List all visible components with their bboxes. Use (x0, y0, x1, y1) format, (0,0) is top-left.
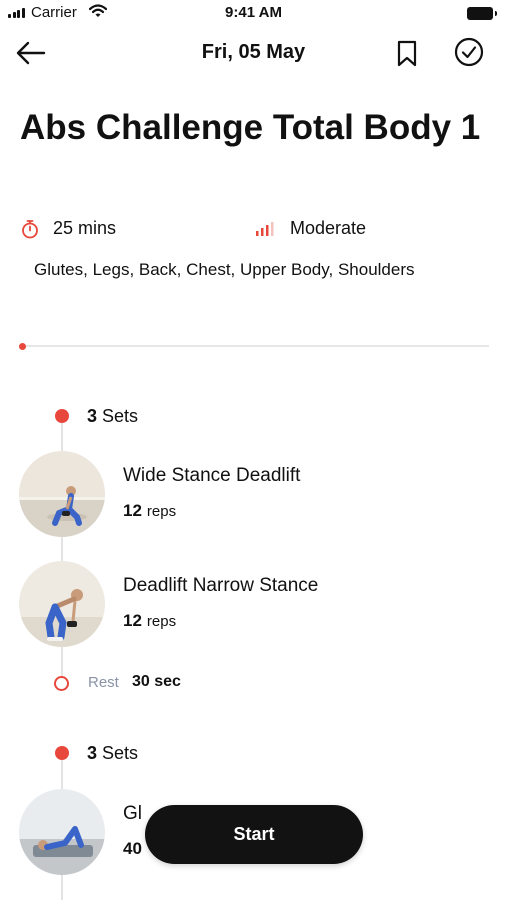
reps-unit: reps (146, 503, 177, 520)
duration-item: 25 mins (21, 218, 116, 239)
battery-icon (467, 7, 497, 20)
difficulty-label: Moderate (290, 218, 367, 238)
nav-date-title: Fri, 05 May (201, 41, 306, 63)
progress-indicator (19, 343, 26, 350)
exercise-name: Deadlift Narrow Stance (123, 575, 319, 596)
rest-value: 30 sec (132, 673, 181, 690)
nav-bar: Fri, 05 May (0, 30, 507, 76)
exercise-thumbnail (19, 789, 105, 875)
sets-label: 3 Sets (87, 743, 138, 764)
sets-dot-icon (55, 409, 69, 423)
exercise-thumbnail (19, 451, 105, 537)
exercise-name: Wide Stance Deadlift (123, 465, 301, 486)
rest-row: Rest 30 sec (0, 672, 507, 694)
sets-word: Sets (102, 742, 139, 763)
sets-label: 3 Sets (87, 406, 138, 427)
workout-meta: 25 mins Moderate (0, 218, 507, 242)
stopwatch-icon (21, 219, 39, 239)
exercise-reps: 40 (123, 839, 147, 859)
sets-header: 3 Sets (0, 403, 507, 429)
exercise-reps: 12 reps (123, 501, 176, 521)
progress-track (20, 345, 489, 347)
exercise-item[interactable]: Deadlift Narrow Stance 12 reps (19, 561, 489, 647)
bookmark-icon[interactable] (393, 38, 421, 68)
start-button[interactable]: Start (145, 805, 363, 864)
reps-unit: reps (146, 613, 177, 630)
sets-count: 3 (87, 742, 98, 763)
target-muscles: Glutes, Legs, Back, Chest, Upper Body, S… (34, 260, 415, 279)
status-time: 9:41 AM (225, 4, 282, 21)
difficulty-bars-icon (254, 221, 276, 237)
rest-dot-icon (54, 676, 69, 691)
exercise-thumbnail (19, 561, 105, 647)
reps-count: 12 (123, 611, 142, 630)
sets-header: 3 Sets (0, 740, 507, 766)
sets-word: Sets (102, 405, 139, 426)
difficulty-item: Moderate (254, 218, 366, 239)
duration-label: 25 mins (53, 218, 117, 238)
sets-dot-icon (55, 746, 69, 760)
exercise-reps: 12 reps (123, 611, 176, 631)
reps-count: 40 (123, 839, 142, 858)
exercise-name: Gl (123, 803, 142, 824)
check-circle-icon[interactable] (453, 36, 485, 68)
rest-label: Rest (88, 674, 119, 691)
workout-title: Abs Challenge Total Body 1 (20, 108, 481, 147)
exercise-item[interactable]: Wide Stance Deadlift 12 reps (19, 451, 489, 537)
reps-count: 12 (123, 501, 142, 520)
status-bar: Carrier 9:41 AM (0, 0, 507, 28)
sets-count: 3 (87, 405, 98, 426)
